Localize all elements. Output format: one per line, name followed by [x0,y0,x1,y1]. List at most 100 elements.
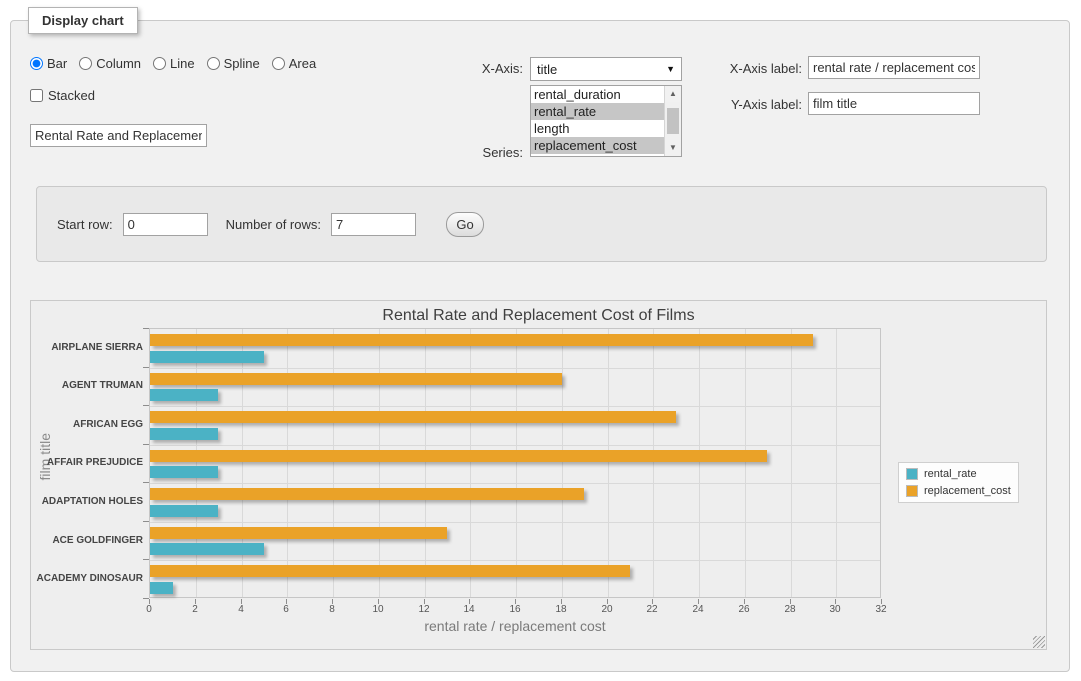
bar-rental-rate [150,428,218,440]
go-button[interactable]: Go [446,212,484,237]
chart-type-radio-area[interactable] [272,57,285,70]
bar-rental-rate [150,543,264,555]
bar-rental-rate [150,505,218,517]
series-option-rental_rate[interactable]: rental_rate [531,103,664,120]
gridline-vertical [516,329,517,597]
bar-replacement-cost [150,488,584,500]
series-multiselect[interactable]: rental_durationrental_ratelengthreplacem… [530,85,682,157]
x-axis-tick-label: 0 [134,604,164,615]
y-axis-tick [143,482,149,483]
chart-type-radio-label: Bar [47,56,67,71]
dropdown-arrow-icon: ▼ [666,64,675,74]
chart-x-axis-label: rental rate / replacement cost [149,618,881,634]
chart-type-radio-spline[interactable] [207,57,220,70]
x-axis-tick-label: 32 [866,604,896,615]
legend-label: rental_rate [924,468,977,480]
legend-swatch-icon [906,485,918,497]
gridline-horizontal [150,483,880,484]
chart-type-radio-label: Spline [224,56,260,71]
start-row-input[interactable] [123,213,208,236]
start-row-label: Start row: [57,217,113,232]
x-axis-tick-label: 8 [317,604,347,615]
x-axis-tick-label: 12 [409,604,439,615]
legend-item-rental_rate: rental_rate [906,468,1011,480]
bar-replacement-cost [150,565,630,577]
chart-type-radio-group: Bar Column Line Spline Area [30,56,322,71]
gridline-vertical [242,329,243,597]
x-axis-tick-label: 22 [637,604,667,615]
chart-type-option-area[interactable]: Area [272,56,316,71]
gridline-horizontal [150,406,880,407]
x-axis-selected-value: title [537,62,557,77]
y-axis-tick [143,444,149,445]
chart-type-radio-label: Line [170,56,195,71]
chart-type-option-bar[interactable]: Bar [30,56,67,71]
bar-rental-rate [150,389,218,401]
y-axis-tick [143,367,149,368]
resize-handle-icon[interactable] [1033,636,1045,648]
number-of-rows-input[interactable] [331,213,416,236]
category-label: AFRICAN EGG [31,405,143,444]
y-axis-tick [143,405,149,406]
series-select-label: Series: [455,145,523,160]
bar-replacement-cost [150,450,767,462]
gridline-vertical [791,329,792,597]
scrollbar-thumb[interactable] [667,108,679,134]
chart-legend: rental_rate replacement_cost [898,462,1019,503]
x-axis-tick-label: 18 [546,604,576,615]
scrollbar-up-icon[interactable]: ▲ [665,86,681,102]
series-option-length[interactable]: length [531,120,664,137]
chart-type-radio-label: Column [96,56,141,71]
category-label: AFFAIR PREJUDICE [31,444,143,483]
chart-title-input[interactable] [30,124,207,147]
category-label: ACE GOLDFINGER [31,521,143,560]
chart-type-radio-label: Area [289,56,316,71]
bar-rental-rate [150,351,264,363]
gridline-vertical [379,329,380,597]
x-axis-tick-label: 16 [500,604,530,615]
gridline-vertical [653,329,654,597]
gridline-horizontal [150,522,880,523]
bar-replacement-cost [150,373,562,385]
y-axis-tick [143,559,149,560]
x-axis-tick-label: 24 [683,604,713,615]
gridline-vertical [333,329,334,597]
gridline-vertical [608,329,609,597]
stacked-checkbox[interactable] [30,89,43,102]
series-scrollbar[interactable]: ▲ ▼ [664,86,681,156]
y-axis-label-input[interactable] [808,92,980,115]
x-axis-tick-label: 10 [363,604,393,615]
number-of-rows-label: Number of rows: [226,217,321,232]
x-axis-tick-label: 14 [454,604,484,615]
series-options: rental_durationrental_ratelengthreplacem… [531,86,664,156]
gridline-vertical [699,329,700,597]
chart-plot-area [149,328,881,598]
y-axis-tick [143,521,149,522]
gridline-vertical [287,329,288,597]
scrollbar-down-icon[interactable]: ▼ [665,140,681,156]
x-axis-label-label: X-Axis label: [712,61,802,76]
gridline-vertical [425,329,426,597]
chart-type-radio-column[interactable] [79,57,92,70]
chart-type-option-spline[interactable]: Spline [207,56,260,71]
chart-type-radio-line[interactable] [153,57,166,70]
series-option-rental_duration[interactable]: rental_duration [531,86,664,103]
chart-container: Rental Rate and Replacement Cost of Film… [30,300,1047,650]
x-axis-tick-label: 6 [271,604,301,615]
series-option-replacement_cost[interactable]: replacement_cost [531,137,664,154]
category-label: AGENT TRUMAN [31,367,143,406]
chart-type-option-column[interactable]: Column [79,56,141,71]
bar-rental-rate [150,466,218,478]
row-range-controls: Start row: Number of rows: Go [57,212,484,237]
gridline-horizontal [150,560,880,561]
gridline-horizontal [150,445,880,446]
x-axis-label-input[interactable] [808,56,980,79]
legend-item-replacement_cost: replacement_cost [906,485,1011,497]
x-axis-tick-label: 20 [592,604,622,615]
x-axis-tick-label: 2 [180,604,210,615]
chart-type-radio-bar[interactable] [30,57,43,70]
gridline-vertical [562,329,563,597]
category-label: ADAPTATION HOLES [31,482,143,521]
chart-type-option-line[interactable]: Line [153,56,195,71]
x-axis-select[interactable]: title ▼ [530,57,682,81]
